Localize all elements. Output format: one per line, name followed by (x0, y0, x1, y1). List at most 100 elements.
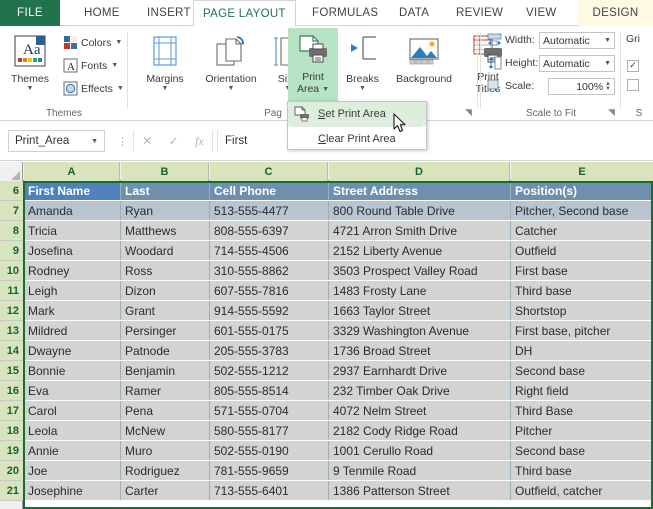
table-cell[interactable]: Josefina (24, 241, 121, 261)
table-cell[interactable]: 232 Timber Oak Drive (329, 381, 511, 401)
row-header-17[interactable]: 17 (0, 401, 23, 421)
row-header-6[interactable]: 6 (0, 181, 23, 201)
table-cell[interactable]: 1001 Cerullo Road (329, 441, 511, 461)
table-header-cell[interactable]: Position(s) (511, 181, 653, 201)
row-header-19[interactable]: 19 (0, 441, 23, 461)
row-header-18[interactable]: 18 (0, 421, 23, 441)
table-cell[interactable]: Patnode (121, 341, 210, 361)
table-cell[interactable]: Ryan (121, 201, 210, 221)
chevron-down-icon[interactable]: ▼ (117, 85, 124, 92)
table-cell[interactable]: 808-555-6397 (210, 221, 329, 241)
chevron-down-icon[interactable]: ▼ (27, 85, 34, 92)
table-cell[interactable]: 2182 Cody Ridge Road (329, 421, 511, 441)
table-cell[interactable]: Mark (24, 301, 121, 321)
theme-colors-button[interactable]: Colors ▼ (63, 35, 122, 50)
breaks-button[interactable]: Breaks ▼ (340, 34, 385, 92)
table-cell[interactable]: 914-555-5592 (210, 301, 329, 321)
table-cell[interactable]: 205-555-3783 (210, 341, 329, 361)
table-cell[interactable]: 2937 Earnhardt Drive (329, 361, 511, 381)
scale-stepper[interactable]: 100% ▲ ▼ (548, 78, 615, 95)
table-cell[interactable]: 9 Tenmile Road (329, 461, 511, 481)
table-cell[interactable]: Annie (24, 441, 121, 461)
row-header-7[interactable]: 7 (0, 201, 23, 221)
theme-fonts-button[interactable]: A Fonts ▼ (63, 58, 118, 73)
table-cell[interactable]: 781-555-9659 (210, 461, 329, 481)
table-cell[interactable]: Outfield (511, 241, 653, 261)
table-cell[interactable]: Benjamin (121, 361, 210, 381)
table-cell[interactable]: 571-555-0704 (210, 401, 329, 421)
gridlines-view-checkbox[interactable]: ✓ (627, 55, 643, 73)
table-cell[interactable]: 1386 Patterson Street (329, 481, 511, 501)
table-cell[interactable]: First base (511, 261, 653, 281)
theme-effects-button[interactable]: Effects ▼ (63, 81, 124, 96)
table-cell[interactable]: Persinger (121, 321, 210, 341)
table-cell[interactable]: 1663 Taylor Street (329, 301, 511, 321)
name-box[interactable]: Print_Area ▼ (8, 130, 105, 152)
table-cell[interactable]: 502-555-0190 (210, 441, 329, 461)
fit-height-select[interactable]: Automatic ▼ (539, 55, 615, 72)
table-cell[interactable]: 513-555-4477 (210, 201, 329, 221)
confirm-check-icon[interactable]: ✓ (169, 134, 179, 148)
column-header-b[interactable]: B (121, 162, 209, 181)
row-header-11[interactable]: 11 (0, 281, 23, 301)
chevron-down-icon[interactable]: ▼ (115, 39, 122, 46)
row-header-20[interactable]: 20 (0, 461, 23, 481)
formula-input[interactable]: First (217, 130, 645, 152)
chevron-down-icon[interactable]: ▼ (228, 85, 235, 92)
tab-review[interactable]: REVIEW (447, 0, 512, 26)
table-cell[interactable]: Third base (511, 281, 653, 301)
table-cell[interactable]: Dwayne (24, 341, 121, 361)
table-cell[interactable]: Eva (24, 381, 121, 401)
tab-insert[interactable]: INSERT (138, 0, 200, 26)
scale-spinner[interactable]: ▲ ▼ (605, 81, 611, 92)
table-cell[interactable]: 1736 Broad Street (329, 341, 511, 361)
row-header-16[interactable]: 16 (0, 381, 23, 401)
column-header-a[interactable]: A (24, 162, 120, 181)
table-header-cell[interactable]: Street Address (329, 181, 511, 201)
table-cell[interactable]: 601-555-0175 (210, 321, 329, 341)
table-cell[interactable]: 310-555-8862 (210, 261, 329, 281)
themes-button[interactable]: Aa Themes ▼ (4, 34, 56, 92)
row-header-15[interactable]: 15 (0, 361, 23, 381)
table-cell[interactable]: Second base (511, 441, 653, 461)
tab-formulas[interactable]: FORMULAS (303, 0, 387, 26)
table-cell[interactable]: Pitcher, Second base (511, 201, 653, 221)
table-cell[interactable]: Carter (121, 481, 210, 501)
fx-icon[interactable]: fx (195, 134, 204, 149)
column-header-c[interactable]: C (210, 162, 328, 181)
table-cell[interactable]: Grant (121, 301, 210, 321)
table-cell[interactable]: 714-555-4506 (210, 241, 329, 261)
table-cell[interactable]: First base, pitcher (511, 321, 653, 341)
orientation-button[interactable]: Orientation ▼ (196, 34, 266, 92)
table-cell[interactable]: 4072 Nelm Street (329, 401, 511, 421)
table-header-cell[interactable]: Last (121, 181, 210, 201)
select-all-corner[interactable] (0, 162, 23, 181)
table-cell[interactable]: Ross (121, 261, 210, 281)
table-cell[interactable]: 2152 Liberty Avenue (329, 241, 511, 261)
table-cell[interactable]: Matthews (121, 221, 210, 241)
table-cell[interactable]: Mildred (24, 321, 121, 341)
table-cell[interactable]: Rodney (24, 261, 121, 281)
chevron-down-icon[interactable]: ▼ (604, 60, 611, 67)
table-cell[interactable]: 3329 Washington Avenue (329, 321, 511, 341)
row-header-14[interactable]: 14 (0, 341, 23, 361)
margins-button[interactable]: Margins ▼ (136, 34, 194, 92)
table-cell[interactable]: Third base (511, 461, 653, 481)
page-setup-dialog-launcher[interactable]: ◥ (465, 108, 474, 117)
tab-page-layout[interactable]: PAGE LAYOUT (193, 0, 296, 27)
table-cell[interactable]: Shortstop (511, 301, 653, 321)
table-cell[interactable]: 800 Round Table Drive (329, 201, 511, 221)
table-cell[interactable]: 713-555-6401 (210, 481, 329, 501)
table-cell[interactable]: 607-555-7816 (210, 281, 329, 301)
background-button[interactable]: Background (386, 34, 462, 85)
table-cell[interactable]: 502-555-1212 (210, 361, 329, 381)
tab-view[interactable]: VIEW (517, 0, 566, 26)
gridlines-print-checkbox[interactable] (627, 78, 643, 96)
table-cell[interactable]: 805-555-8514 (210, 381, 329, 401)
table-cell[interactable]: Amanda (24, 201, 121, 221)
column-header-d[interactable]: D (329, 162, 510, 181)
table-cell[interactable]: McNew (121, 421, 210, 441)
table-cell[interactable]: Dizon (121, 281, 210, 301)
row-header-21[interactable]: 21 (0, 481, 23, 501)
table-cell[interactable]: Pitcher (511, 421, 653, 441)
